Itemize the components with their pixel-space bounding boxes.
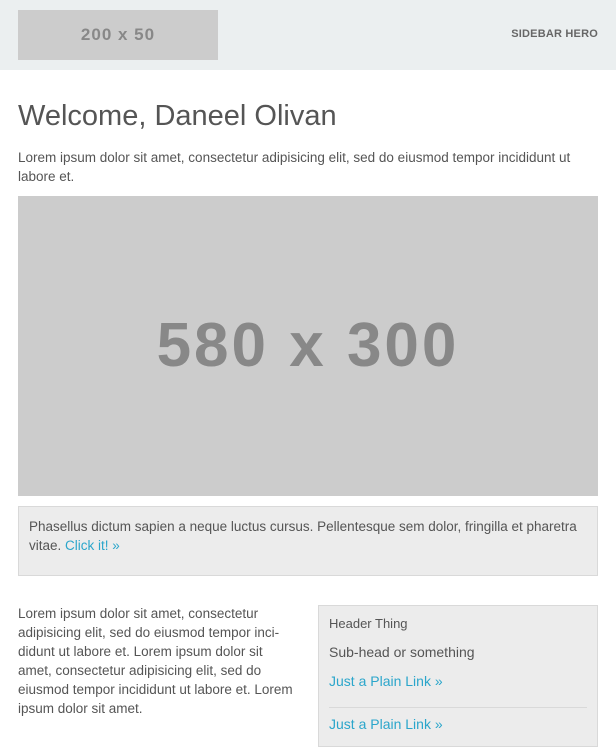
sidebar-divider	[329, 707, 587, 708]
page-title: Welcome, Daneel Olivan	[18, 100, 337, 132]
sidebar-link-1[interactable]: Just a Plain Link »	[329, 673, 443, 689]
sidebar-subhead: Sub-head or something	[329, 644, 475, 660]
logo-placeholder: 200 x 50	[18, 10, 218, 60]
email-header: 200 x 50 SIDEBAR HERO	[0, 0, 616, 70]
sidebar-hero-label: SIDEBAR HERO	[511, 28, 598, 40]
click-it-link[interactable]: Click it! »	[65, 538, 120, 553]
body-paragraph: Lorem ipsum dolor sit amet, consectetur …	[18, 606, 293, 716]
sidebar-panel: Header Thing Sub-head or something Just …	[318, 605, 598, 747]
intro-paragraph: Lorem ipsum dolor sit amet, consectetur …	[18, 150, 571, 184]
hero-image-placeholder: 580 x 300	[18, 196, 598, 496]
sidebar-header: Header Thing	[329, 616, 408, 631]
sidebar-link-2[interactable]: Just a Plain Link »	[329, 716, 443, 732]
callout-panel: Phasellus dictum sapien a neque luctus c…	[18, 506, 598, 576]
